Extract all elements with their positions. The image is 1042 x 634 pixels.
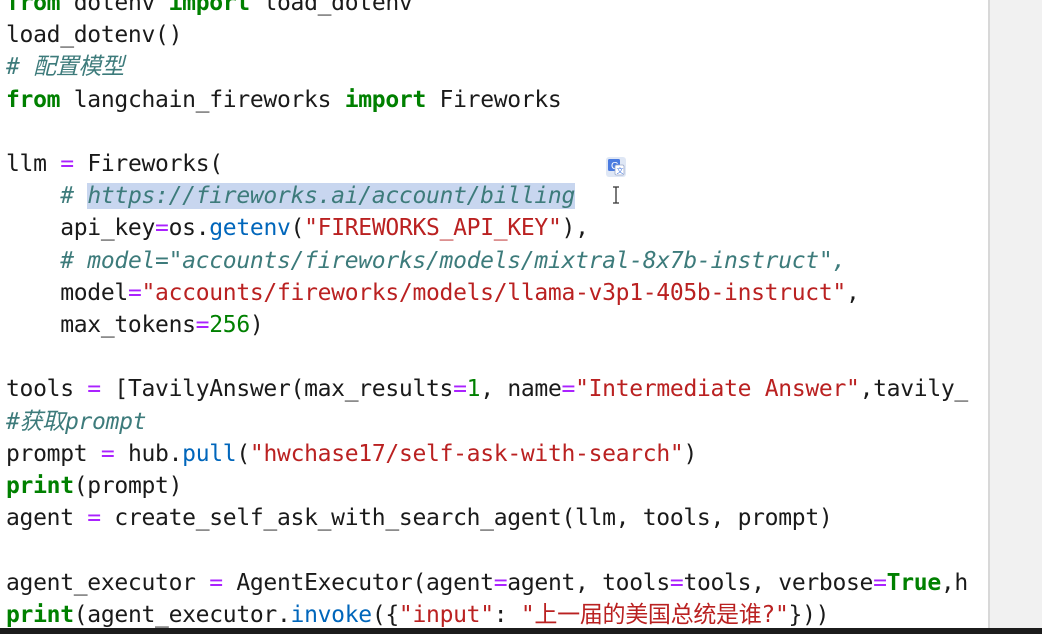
code-token: =: [127, 279, 142, 306]
code-token: AgentExecutor(agent: [222, 569, 494, 596]
code-token: create_self_ask_with_search_agent(llm, t…: [100, 505, 833, 532]
code-line[interactable]: print(agent_executor.invoke({"input": "上…: [6, 599, 829, 628]
code-token: #: [60, 183, 88, 210]
code-line[interactable]: llm = Fireworks(: [6, 148, 223, 180]
code-token: load_dotenv: [249, 0, 413, 16]
svg-text:文: 文: [617, 166, 624, 175]
code-line[interactable]: #获取prompt: [6, 406, 147, 438]
code-token: langchain_fireworks: [60, 86, 345, 113]
code-line[interactable]: agent_executor = AgentExecutor(agent=age…: [6, 567, 968, 599]
code-token: 1: [466, 376, 481, 403]
code-token: dotenv: [60, 0, 169, 16]
code-token: =: [493, 569, 508, 596]
code-token: llm: [6, 151, 61, 177]
code-token: =: [87, 505, 101, 532]
translate-icon[interactable]: G 文: [606, 157, 626, 177]
code-token: :: [493, 601, 521, 628]
code-line[interactable]: # 配置模型: [6, 51, 124, 83]
code-token: print: [6, 473, 74, 499]
code-token: agent: [6, 505, 88, 532]
code-token: prompt: [6, 440, 101, 467]
code-token: load_dotenv(): [6, 22, 183, 49]
code-token: =: [209, 569, 223, 596]
code-token: import: [168, 0, 251, 16]
code-token: Fireworks: [426, 86, 562, 113]
text-cursor-icon: [612, 186, 620, 204]
code-token: =: [453, 376, 467, 403]
code-token: ,tavily_: [859, 376, 969, 403]
code-token: "accounts/fireworks/models/llama-v3p1-40…: [141, 279, 847, 306]
code-token: Fireworks(: [73, 151, 223, 177]
code-token: os.: [168, 215, 210, 242]
code-token: (: [236, 440, 250, 467]
code-token: =: [669, 569, 684, 596]
code-line[interactable]: from dotenv import load_dotenv: [6, 0, 413, 19]
code-token: max_tokens: [6, 312, 196, 338]
code-token: (agent_executor.: [73, 601, 291, 628]
code-line[interactable]: # https://fireworks.ai/account/billing: [6, 180, 575, 212]
code-token: =: [155, 215, 169, 242]
code-token: =: [873, 569, 887, 596]
code-token: ): [683, 440, 697, 467]
code-line[interactable]: load_dotenv(): [6, 19, 182, 51]
code-token: tools, verbose: [683, 569, 874, 596]
code-token: #获取prompt: [6, 408, 147, 435]
code-token: from: [6, 86, 61, 113]
code-token: =: [60, 151, 74, 177]
code-token: 256: [209, 312, 250, 338]
code-token: https://fireworks.ai/account/billing: [87, 183, 576, 210]
code-token: "上一届的美国总统是谁?": [520, 601, 789, 628]
code-token: "hwchase17/self-ask-with-search": [249, 440, 684, 467]
code-token: invoke: [290, 601, 373, 628]
code-token: True: [886, 569, 942, 596]
code-token: model: [6, 279, 128, 306]
code-token: (: [290, 215, 305, 242]
code-token: ({: [371, 601, 399, 628]
code-line[interactable]: # model="accounts/fireworks/models/mixtr…: [6, 245, 846, 277]
code-line[interactable]: prompt = hub.pull("hwchase17/self-ask-wi…: [6, 438, 697, 470]
code-token: ,: [845, 279, 860, 306]
code-line[interactable]: api_key=os.getenv("FIREWORKS_API_KEY"),: [6, 212, 589, 244]
code-token: =: [87, 376, 101, 403]
code-token: "FIREWORKS_API_KEY": [304, 215, 562, 242]
code-token: # 配置模型: [6, 54, 124, 81]
code-token: =: [100, 440, 115, 467]
code-token: "Intermediate Answer": [575, 376, 860, 403]
code-token: tools: [6, 376, 88, 403]
bottom-edge-bar: [0, 628, 1042, 634]
code-token: from: [6, 0, 61, 16]
code-token: [TavilyAnswer(max_results: [100, 376, 454, 403]
code-token: pull: [182, 440, 237, 467]
code-line[interactable]: model="accounts/fireworks/models/llama-v…: [6, 277, 860, 309]
code-token: agent, tools: [507, 569, 670, 596]
code-token: })): [788, 601, 830, 628]
code-line[interactable]: print(prompt): [6, 470, 182, 502]
code-token: print: [6, 601, 74, 628]
code-line[interactable]: from langchain_fireworks import Firework…: [6, 84, 562, 116]
right-side-panel: [990, 0, 1042, 628]
code-editor[interactable]: from dotenv import load_dotenv load_doten…: [0, 0, 988, 628]
code-token: "input": [398, 601, 494, 628]
code-token: ),: [561, 215, 589, 242]
code-line[interactable]: agent = create_self_ask_with_search_agen…: [6, 502, 833, 534]
code-token: api_key: [6, 215, 156, 242]
code-token: hub.: [114, 440, 183, 467]
code-token: # model="accounts/fireworks/models/mixtr…: [60, 247, 846, 274]
code-token: ,h: [940, 569, 968, 596]
code-token: ): [249, 312, 264, 338]
code-token: (prompt): [73, 473, 183, 499]
code-token: =: [561, 376, 576, 403]
code-token: =: [195, 312, 210, 338]
code-token: , name: [480, 376, 562, 403]
code-token: getenv: [209, 215, 291, 242]
code-token: import: [344, 86, 427, 113]
code-line[interactable]: tools = [TavilyAnswer(max_results=1, nam…: [6, 373, 968, 405]
code-token: agent_executor: [6, 569, 210, 596]
code-line[interactable]: max_tokens=256): [6, 309, 264, 341]
